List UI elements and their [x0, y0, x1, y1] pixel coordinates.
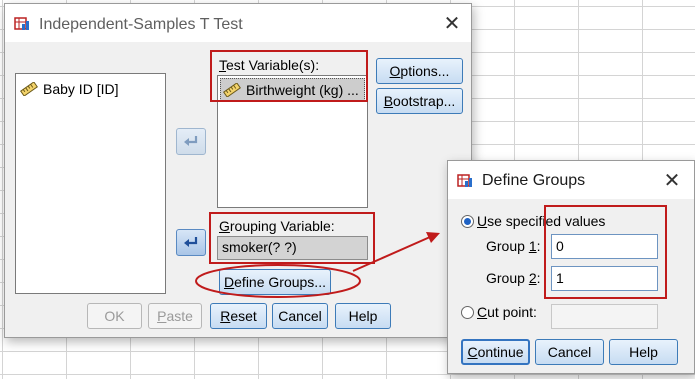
group1-label: Group 1:	[486, 238, 541, 254]
annotation-box-group-values	[544, 205, 667, 299]
help-button[interactable]: Help	[335, 303, 391, 329]
move-to-grouping-variable-button[interactable]	[176, 229, 206, 256]
cut-point-radio[interactable]	[461, 306, 474, 319]
arrow-right-icon	[184, 236, 198, 247]
move-to-test-variables-button[interactable]	[176, 128, 206, 155]
close-icon[interactable]: ✕	[660, 169, 684, 193]
help-button[interactable]: Help	[609, 339, 678, 365]
group2-label: Group 2:	[486, 270, 541, 286]
ok-button[interactable]: OK	[87, 303, 142, 329]
cut-point-label[interactable]: Cut point:	[477, 304, 537, 320]
cut-point-input[interactable]	[551, 304, 658, 329]
define-groups-button[interactable]: Define Groups...	[219, 269, 331, 295]
title-bar[interactable]: Define Groups ✕	[448, 161, 694, 199]
paste-button[interactable]: Paste	[148, 303, 202, 329]
title-bar[interactable]: Independent-Samples T Test ✕	[5, 4, 471, 42]
arrow-right-icon	[184, 135, 198, 146]
close-icon[interactable]: ✕	[440, 12, 464, 36]
options-button[interactable]: Options...	[376, 58, 463, 84]
spss-app-icon	[14, 17, 29, 30]
list-item[interactable]: Baby ID [ID]	[20, 79, 118, 99]
bootstrap-button[interactable]: Bootstrap...	[376, 88, 463, 114]
dialog-title: Define Groups	[482, 172, 586, 189]
continue-button[interactable]: Continue	[461, 339, 530, 365]
cancel-button[interactable]: Cancel	[535, 339, 604, 365]
reset-button[interactable]: Reset	[210, 303, 267, 329]
variable-label: Baby ID [ID]	[43, 81, 119, 97]
spss-app-icon	[457, 174, 472, 187]
cancel-button[interactable]: Cancel	[272, 303, 328, 329]
annotation-box-grouping-variable	[209, 212, 375, 264]
use-specified-values-radio[interactable]	[461, 215, 474, 228]
ruler-scale-icon	[20, 82, 38, 96]
dialog-title: Independent-Samples T Test	[39, 16, 243, 33]
annotation-box-test-variable	[210, 50, 368, 102]
source-variable-list[interactable]: Baby ID [ID]	[15, 73, 166, 294]
